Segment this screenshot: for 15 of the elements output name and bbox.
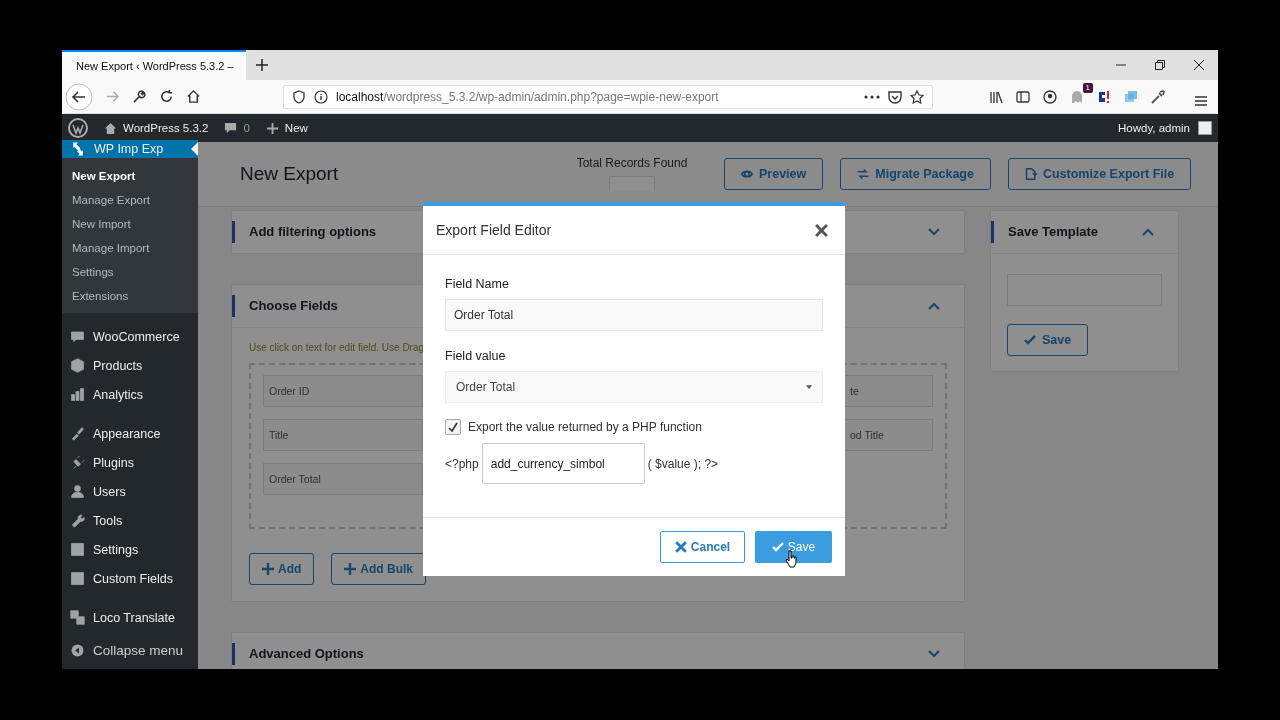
notification-badge: 1 bbox=[1082, 82, 1093, 93]
checkbox-label: Export the value returned by a PHP function bbox=[468, 420, 702, 434]
php-prefix: <?php bbox=[445, 456, 479, 471]
field-label: Field Name bbox=[445, 277, 510, 291]
page-title: New Export bbox=[240, 163, 340, 185]
url-text: localhost/wordpress_5.3.2/wp-admin/admin.php?page=wpie-new-export bbox=[336, 89, 719, 104]
php-suffix: ( $value ); ?> bbox=[647, 456, 719, 471]
hint-text: Use click on text for edit field. Use Drag bbox=[249, 342, 426, 353]
card-title: Advanced Options bbox=[232, 643, 364, 665]
field-label: Field value bbox=[445, 349, 507, 363]
records-label: Total Records Found bbox=[576, 156, 688, 170]
dialog-title: Export Field Editor bbox=[436, 222, 552, 238]
card-title: Choose Fields bbox=[232, 295, 338, 317]
card-title: Save Template bbox=[991, 221, 1099, 243]
card-title: Add filtering options bbox=[232, 221, 377, 243]
